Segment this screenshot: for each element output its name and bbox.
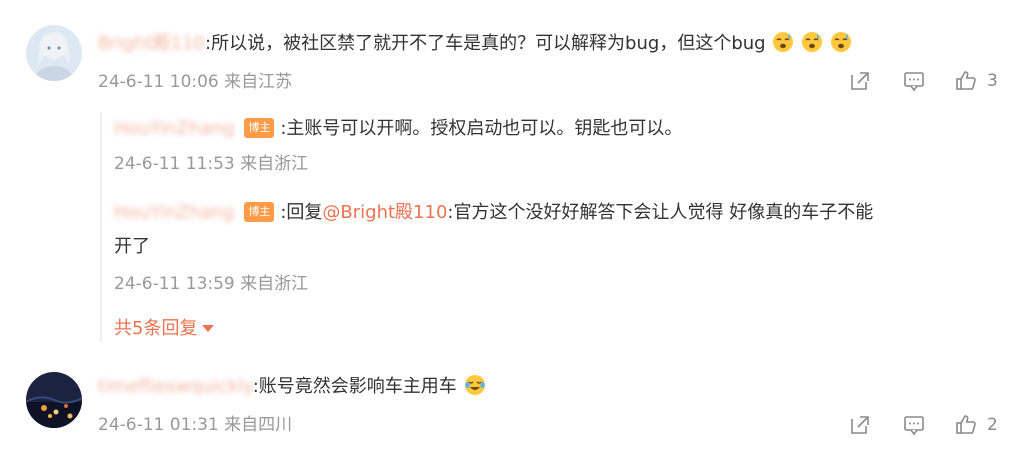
- comment-body: :账号竟然会影响车主用车: [252, 376, 457, 397]
- username-link[interactable]: HouYinZhang: [114, 202, 234, 223]
- avatar[interactable]: [26, 372, 82, 428]
- comment-meta: 24-6-11 10:06 来自江苏: [98, 72, 293, 92]
- reply-thread-divider: [100, 112, 102, 342]
- reply-text: HouYinZhang 博主:回复@Bright殿110:官方这个没好好解答下会让…: [114, 199, 873, 227]
- comment-icon: [904, 416, 924, 436]
- username-link[interactable]: Bright殿110: [98, 33, 205, 54]
- comment-meta: 24-6-11 01:31 来自四川: [98, 415, 293, 435]
- like-button[interactable]: 3: [954, 69, 998, 93]
- comment-icon: [904, 72, 924, 92]
- sweat-face-emoji-icon: [829, 32, 852, 54]
- comment-body: :所以说，被社区禁了就开不了车是真的？可以解释为bug，但这个bug: [205, 33, 766, 54]
- avatar-image-icon: [26, 372, 82, 428]
- like-count: 3: [987, 71, 998, 91]
- reply-button[interactable]: [902, 413, 926, 437]
- sweat-face-emoji-icon: [766, 32, 800, 54]
- laughing-tears-emoji-icon: [457, 375, 486, 397]
- reply-button[interactable]: [902, 69, 926, 93]
- username-link[interactable]: HouYinZhang: [114, 118, 234, 139]
- reply-prefix: :回复: [280, 202, 323, 223]
- reply-text: HouYinZhang 博主:主账号可以开啊。授权启动也可以。钥匙也可以。: [114, 115, 682, 143]
- thumbs-up-icon: [956, 415, 976, 434]
- username-link[interactable]: timeflieswquickly: [98, 376, 253, 397]
- comment-actions: 3: [848, 69, 998, 93]
- comment-text: Bright殿110:所以说，被社区禁了就开不了车是真的？可以解释为bug，但这…: [98, 30, 852, 58]
- more-replies-label: 共5条回复: [114, 318, 198, 339]
- reply-meta: 24-6-11 13:59 来自浙江: [114, 274, 309, 294]
- comment-actions: 2: [848, 413, 998, 437]
- reply-body: :官方这个没好好解答下会让人觉得 好像真的车子不能: [447, 202, 874, 223]
- avatar-image-icon: [26, 25, 82, 81]
- thumbs-up-icon: [956, 71, 976, 90]
- reply-text-line2: 开了: [114, 236, 150, 257]
- mention-link[interactable]: @Bright殿110: [322, 202, 447, 223]
- reply-body: :主账号可以开啊。授权启动也可以。钥匙也可以。: [280, 118, 683, 139]
- caret-down-icon: [202, 325, 215, 332]
- author-badge: 博主: [244, 202, 275, 222]
- share-button[interactable]: [848, 69, 872, 93]
- more-replies-link[interactable]: 共5条回复: [114, 316, 215, 342]
- author-badge: 博主: [244, 118, 275, 138]
- like-button[interactable]: 2: [954, 413, 998, 437]
- like-count: 2: [987, 415, 998, 435]
- comment-text: timeflieswquickly:账号竟然会影响车主用车: [98, 373, 486, 401]
- share-icon: [851, 72, 869, 90]
- share-button[interactable]: [848, 413, 872, 437]
- share-icon: [851, 416, 869, 434]
- reply-meta: 24-6-11 11:53 来自浙江: [114, 154, 309, 174]
- avatar[interactable]: [26, 25, 82, 81]
- sweat-face-emoji-icon: [800, 32, 829, 54]
